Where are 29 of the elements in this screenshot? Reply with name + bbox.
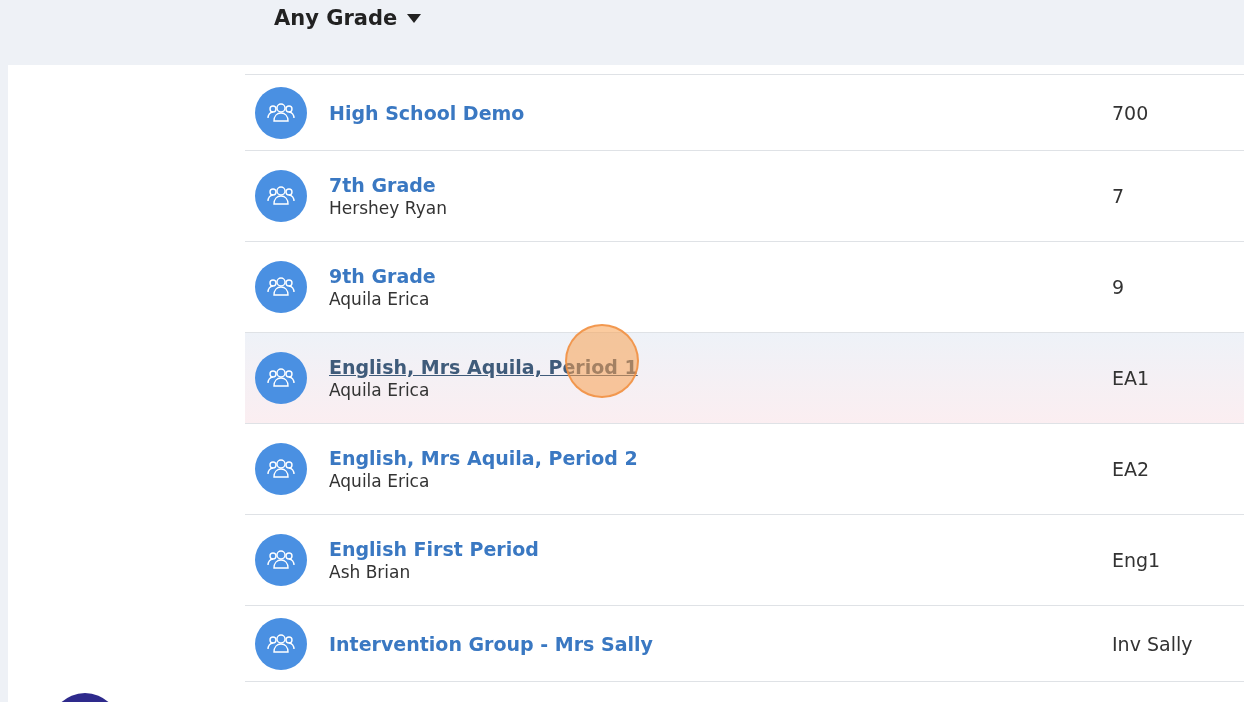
class-name-link[interactable]: English First Period: [329, 538, 539, 560]
group-icon: [255, 617, 307, 670]
class-code: 7: [1112, 185, 1125, 207]
teacher-name: Aquila Erica: [329, 289, 431, 309]
class-name-link[interactable]: High School Demo: [329, 101, 525, 124]
class-name-link[interactable]: English, Mrs Aquila, Period 1: [329, 356, 638, 378]
class-code: Eng1: [1112, 549, 1161, 571]
teacher-name: Aquila Erica: [329, 471, 431, 491]
teacher-name: Aquila Erica: [329, 380, 431, 400]
class-code: 700: [1112, 101, 1149, 124]
class-name-link[interactable]: English, Mrs Aquila, Period 2: [329, 447, 638, 469]
class-code: Inv Sally: [1112, 632, 1193, 655]
group-icon: [255, 352, 307, 404]
class-name-link[interactable]: 7th Grade: [329, 174, 436, 196]
group-icon: [255, 86, 307, 139]
class-name-link[interactable]: 9th Grade: [329, 265, 436, 287]
grade-filter-dropdown[interactable]: Any Grade: [274, 6, 422, 30]
group-icon: [255, 534, 307, 586]
caret-icon: [407, 13, 422, 23]
teacher-name: Hershey Ryan: [329, 198, 448, 218]
group-icon: [255, 170, 307, 222]
class-row-highlighted[interactable]: English, Mrs Aquila, Period 1 Aquila Erica EA1: [245, 333, 1244, 424]
group-icon: [255, 443, 307, 495]
class-code: EA1: [1112, 367, 1150, 389]
class-code: 9: [1112, 276, 1125, 298]
group-icon: [255, 261, 307, 313]
teacher-name: Ash Brian: [329, 562, 412, 582]
class-name-link[interactable]: Intervention Group - Mrs Sally: [329, 632, 653, 655]
class-code: EA2: [1112, 458, 1150, 480]
